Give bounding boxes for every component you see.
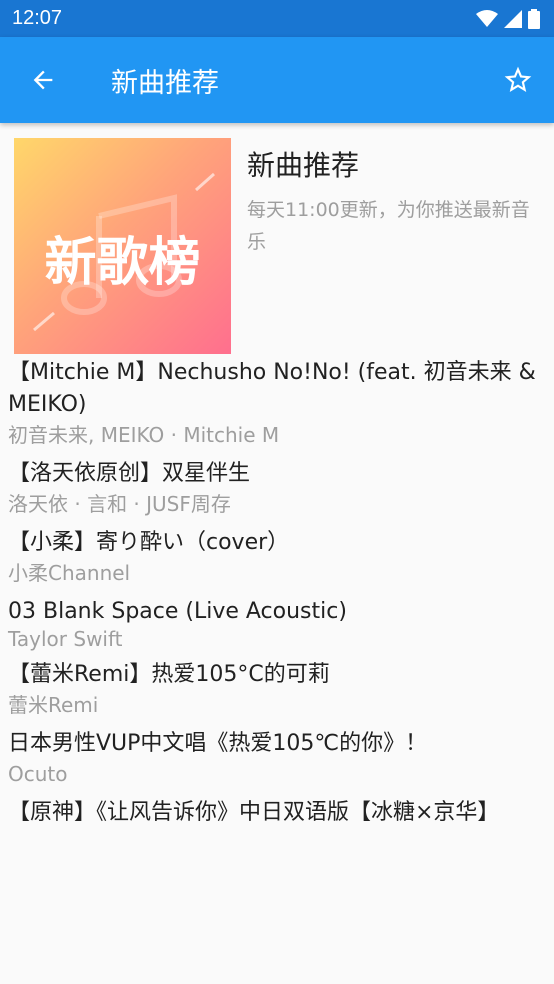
song-title: 日本男性VUP中文唱《热爱105℃的你》！	[8, 731, 428, 756]
song-title: 【小柔】寄り酔い（cover）	[8, 530, 290, 555]
song-item[interactable]: 【蕾米Remi】热爱105°C的可莉 蕾米Remi	[0, 659, 554, 719]
song-artist: 初音未来, MEIKO · Mitchie M	[8, 423, 280, 447]
song-artist: 小柔Channel	[8, 561, 131, 585]
star-outline-icon	[504, 66, 532, 92]
song-item[interactable]: 【小柔】寄り酔い（cover） 小柔Channel	[0, 527, 554, 587]
wifi-icon	[476, 9, 498, 27]
song-title: 【原神】《让风告诉你》中日双语版【冰糖×京华】	[8, 800, 500, 825]
song-item[interactable]: 日本男性VUP中文唱《热爱105℃的你》！ Ocuto	[0, 728, 554, 788]
playlist-description: 每天11:00更新，为你推送最新音乐	[247, 199, 530, 253]
status-time: 12:07	[12, 7, 63, 29]
status-bar: 12:07	[0, 0, 554, 37]
song-artist: 洛天依 · 言和 · JUSF周存	[8, 492, 231, 516]
page-title: 新曲推荐	[111, 67, 219, 99]
playlist-cover[interactable]: 新歌榜	[14, 138, 231, 354]
song-item[interactable]: 【原神】《让风告诉你》中日双语版【冰糖×京华】	[0, 797, 554, 829]
song-artist: Taylor Swift	[8, 627, 123, 651]
song-title: 【洛天依原创】双星伴生	[8, 461, 251, 486]
song-list: 【Mitchie M】Nechusho No!No! (feat. 初音未来 &…	[0, 357, 554, 829]
favorite-button[interactable]	[498, 60, 538, 100]
song-title: 【蕾米Remi】热爱105°C的可莉	[8, 662, 330, 687]
playlist-info: 新曲推荐 每天11:00更新，为你推送最新音乐	[247, 138, 540, 343]
playlist-title: 新曲推荐	[247, 149, 360, 182]
battery-icon	[528, 8, 540, 29]
song-item[interactable]: 【洛天依原创】双星伴生 洛天依 · 言和 · JUSF周存	[0, 458, 554, 518]
cover-title: 新歌榜	[44, 233, 201, 293]
signal-icon	[504, 9, 522, 28]
back-button[interactable]	[26, 63, 60, 97]
song-item[interactable]: 【Mitchie M】Nechusho No!No! (feat. 初音未来 &…	[0, 357, 554, 449]
song-title: 03 Blank Space (Live Acoustic)	[8, 599, 347, 624]
song-artist: Ocuto	[8, 762, 68, 786]
song-title: 【Mitchie M】Nechusho No!No! (feat. 初音未来 &…	[8, 360, 536, 417]
arrow-back-icon	[33, 70, 53, 90]
song-item[interactable]: 03 Blank Space (Live Acoustic) Taylor Sw…	[0, 596, 554, 650]
app-bar: 新曲推荐	[0, 37, 554, 123]
song-artist: 蕾米Remi	[8, 693, 99, 717]
status-icons	[476, 8, 540, 29]
playlist-header: 新歌榜 新曲推荐 每天11:00更新，为你推送最新音乐	[0, 123, 554, 354]
